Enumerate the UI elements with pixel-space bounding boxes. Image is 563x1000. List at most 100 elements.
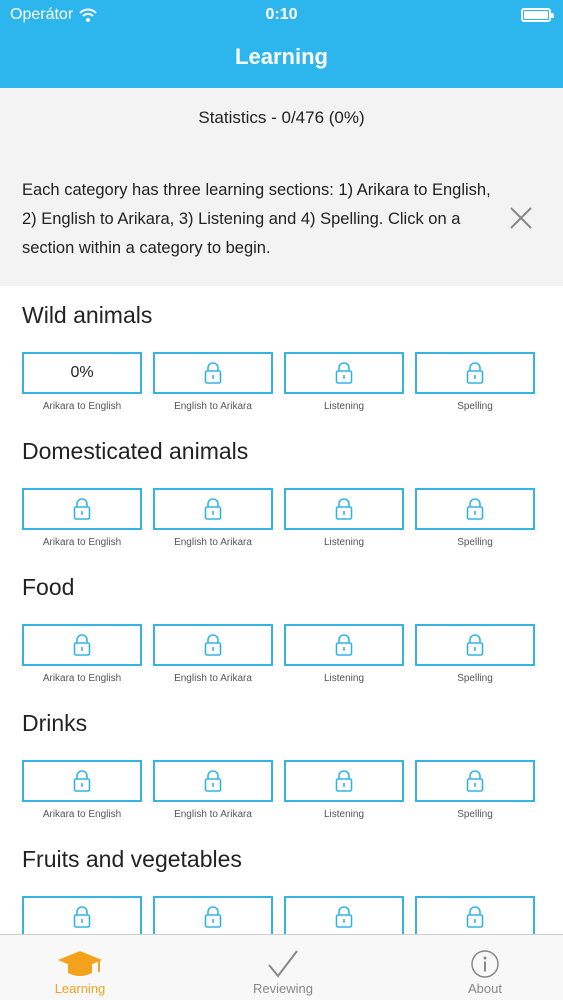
learning-section: English to Arikara: [153, 760, 273, 820]
instructions-text: Each category has three learning section…: [22, 181, 491, 257]
statistics-text: Statistics - 0/476 (0%): [198, 108, 365, 127]
section-label: Spelling: [457, 809, 493, 820]
status-bar: Operátor 0:10: [0, 0, 563, 30]
learning-section: Arikara to English: [22, 624, 142, 684]
lock-icon: [204, 362, 222, 384]
learning-section: [22, 896, 142, 934]
section-button[interactable]: [153, 352, 273, 394]
learning-section: English to Arikara: [153, 624, 273, 684]
section-button[interactable]: 0%: [22, 352, 142, 394]
section-label: English to Arikara: [174, 809, 252, 820]
category-list[interactable]: Wild animals 0% Arikara to English English …: [0, 286, 563, 934]
section-label: Spelling: [457, 537, 493, 548]
lock-icon: [466, 906, 484, 928]
category-title: Domesticated animals: [22, 438, 249, 464]
lock-icon: [335, 362, 353, 384]
section-button[interactable]: [22, 624, 142, 666]
lock-icon: [466, 770, 484, 792]
section-label: Arikara to English: [42, 537, 122, 548]
tab-bar: Learning Reviewing About: [0, 934, 563, 1000]
category-title: Fruits and vegetables: [22, 846, 242, 872]
section-button[interactable]: [415, 352, 535, 394]
section-label: Listening: [323, 537, 365, 548]
category-title: Drinks: [22, 710, 88, 736]
lock-icon: [73, 906, 91, 928]
lock-icon: [335, 770, 353, 792]
learning-section: Listening: [284, 488, 404, 548]
section-button[interactable]: [153, 760, 273, 802]
section-label: Arikara to English: [42, 673, 122, 684]
close-icon[interactable]: [506, 203, 536, 233]
section-label: Spelling: [457, 401, 493, 412]
learning-section: English to Arikara: [153, 488, 273, 548]
category-section: Drinks Arikara to English English to Arika…: [0, 694, 563, 830]
statistics-panel: Statistics - 0/476 (0%) Each category ha…: [0, 88, 563, 286]
section-button[interactable]: [22, 760, 142, 802]
learning-section: [153, 896, 273, 934]
section-button[interactable]: [415, 760, 535, 802]
lock-icon: [204, 906, 222, 928]
status-time: 0:10: [265, 6, 298, 23]
learning-section: [415, 896, 535, 934]
category-section: Food Arikara to English English to Arikara…: [0, 558, 563, 694]
lock-icon: [466, 634, 484, 656]
battery-icon: [521, 8, 554, 22]
section-button[interactable]: [22, 488, 142, 530]
section-label: Arikara to English: [42, 809, 122, 820]
section-button[interactable]: [153, 896, 273, 934]
learning-section: Spelling: [415, 624, 535, 684]
section-button[interactable]: [415, 896, 535, 934]
section-label: English to Arikara: [174, 401, 252, 412]
checkmark-icon: [268, 950, 298, 978]
navigation-header: Operátor 0:10 Learning: [0, 0, 563, 88]
lock-icon: [466, 498, 484, 520]
lock-icon: [73, 498, 91, 520]
graduation-cap-icon: [58, 951, 102, 976]
section-button[interactable]: [415, 488, 535, 530]
info-icon: [471, 950, 499, 978]
learning-section: English to Arikara: [153, 352, 273, 412]
page-title: Learning: [235, 44, 328, 69]
tab-reviewing[interactable]: Reviewing: [223, 935, 343, 1000]
tab-learning[interactable]: Learning: [20, 935, 140, 1000]
tab-label: Reviewing: [253, 981, 313, 996]
section-button[interactable]: [284, 488, 404, 530]
category-title: Wild animals: [22, 302, 153, 328]
learning-section: Listening: [284, 624, 404, 684]
section-label: Listening: [323, 809, 365, 820]
category-section: Wild animals 0% Arikara to English English …: [0, 286, 563, 422]
lock-icon: [204, 634, 222, 656]
tab-about[interactable]: About: [425, 935, 545, 1000]
category-title: Food: [22, 574, 75, 600]
tab-label: Learning: [54, 981, 106, 996]
section-button[interactable]: [284, 760, 404, 802]
section-button[interactable]: [284, 896, 404, 934]
learning-section: [284, 896, 404, 934]
section-button[interactable]: [153, 624, 273, 666]
learning-section: Listening: [284, 352, 404, 412]
lock-icon: [73, 634, 91, 656]
lock-icon: [335, 906, 353, 928]
section-label: Spelling: [457, 673, 493, 684]
lock-icon: [466, 362, 484, 384]
section-label: English to Arikara: [174, 537, 252, 548]
section-button[interactable]: [284, 624, 404, 666]
learning-section: 0% Arikara to English: [22, 352, 142, 412]
category-section: Fruits and vegetables: [0, 830, 563, 934]
section-button[interactable]: [284, 352, 404, 394]
section-label: Arikara to English: [42, 401, 122, 412]
section-button[interactable]: [22, 896, 142, 934]
section-button[interactable]: [153, 488, 273, 530]
learning-section: Arikara to English: [22, 760, 142, 820]
learning-section: Listening: [284, 760, 404, 820]
lock-icon: [204, 770, 222, 792]
section-label: Listening: [323, 401, 365, 412]
lock-icon: [335, 634, 353, 656]
learning-section: Arikara to English: [22, 488, 142, 548]
learning-section: Spelling: [415, 352, 535, 412]
section-button[interactable]: [415, 624, 535, 666]
section-label: English to Arikara: [174, 673, 252, 684]
learning-section: Spelling: [415, 488, 535, 548]
learning-section: Spelling: [415, 760, 535, 820]
tab-label: About: [468, 981, 502, 996]
